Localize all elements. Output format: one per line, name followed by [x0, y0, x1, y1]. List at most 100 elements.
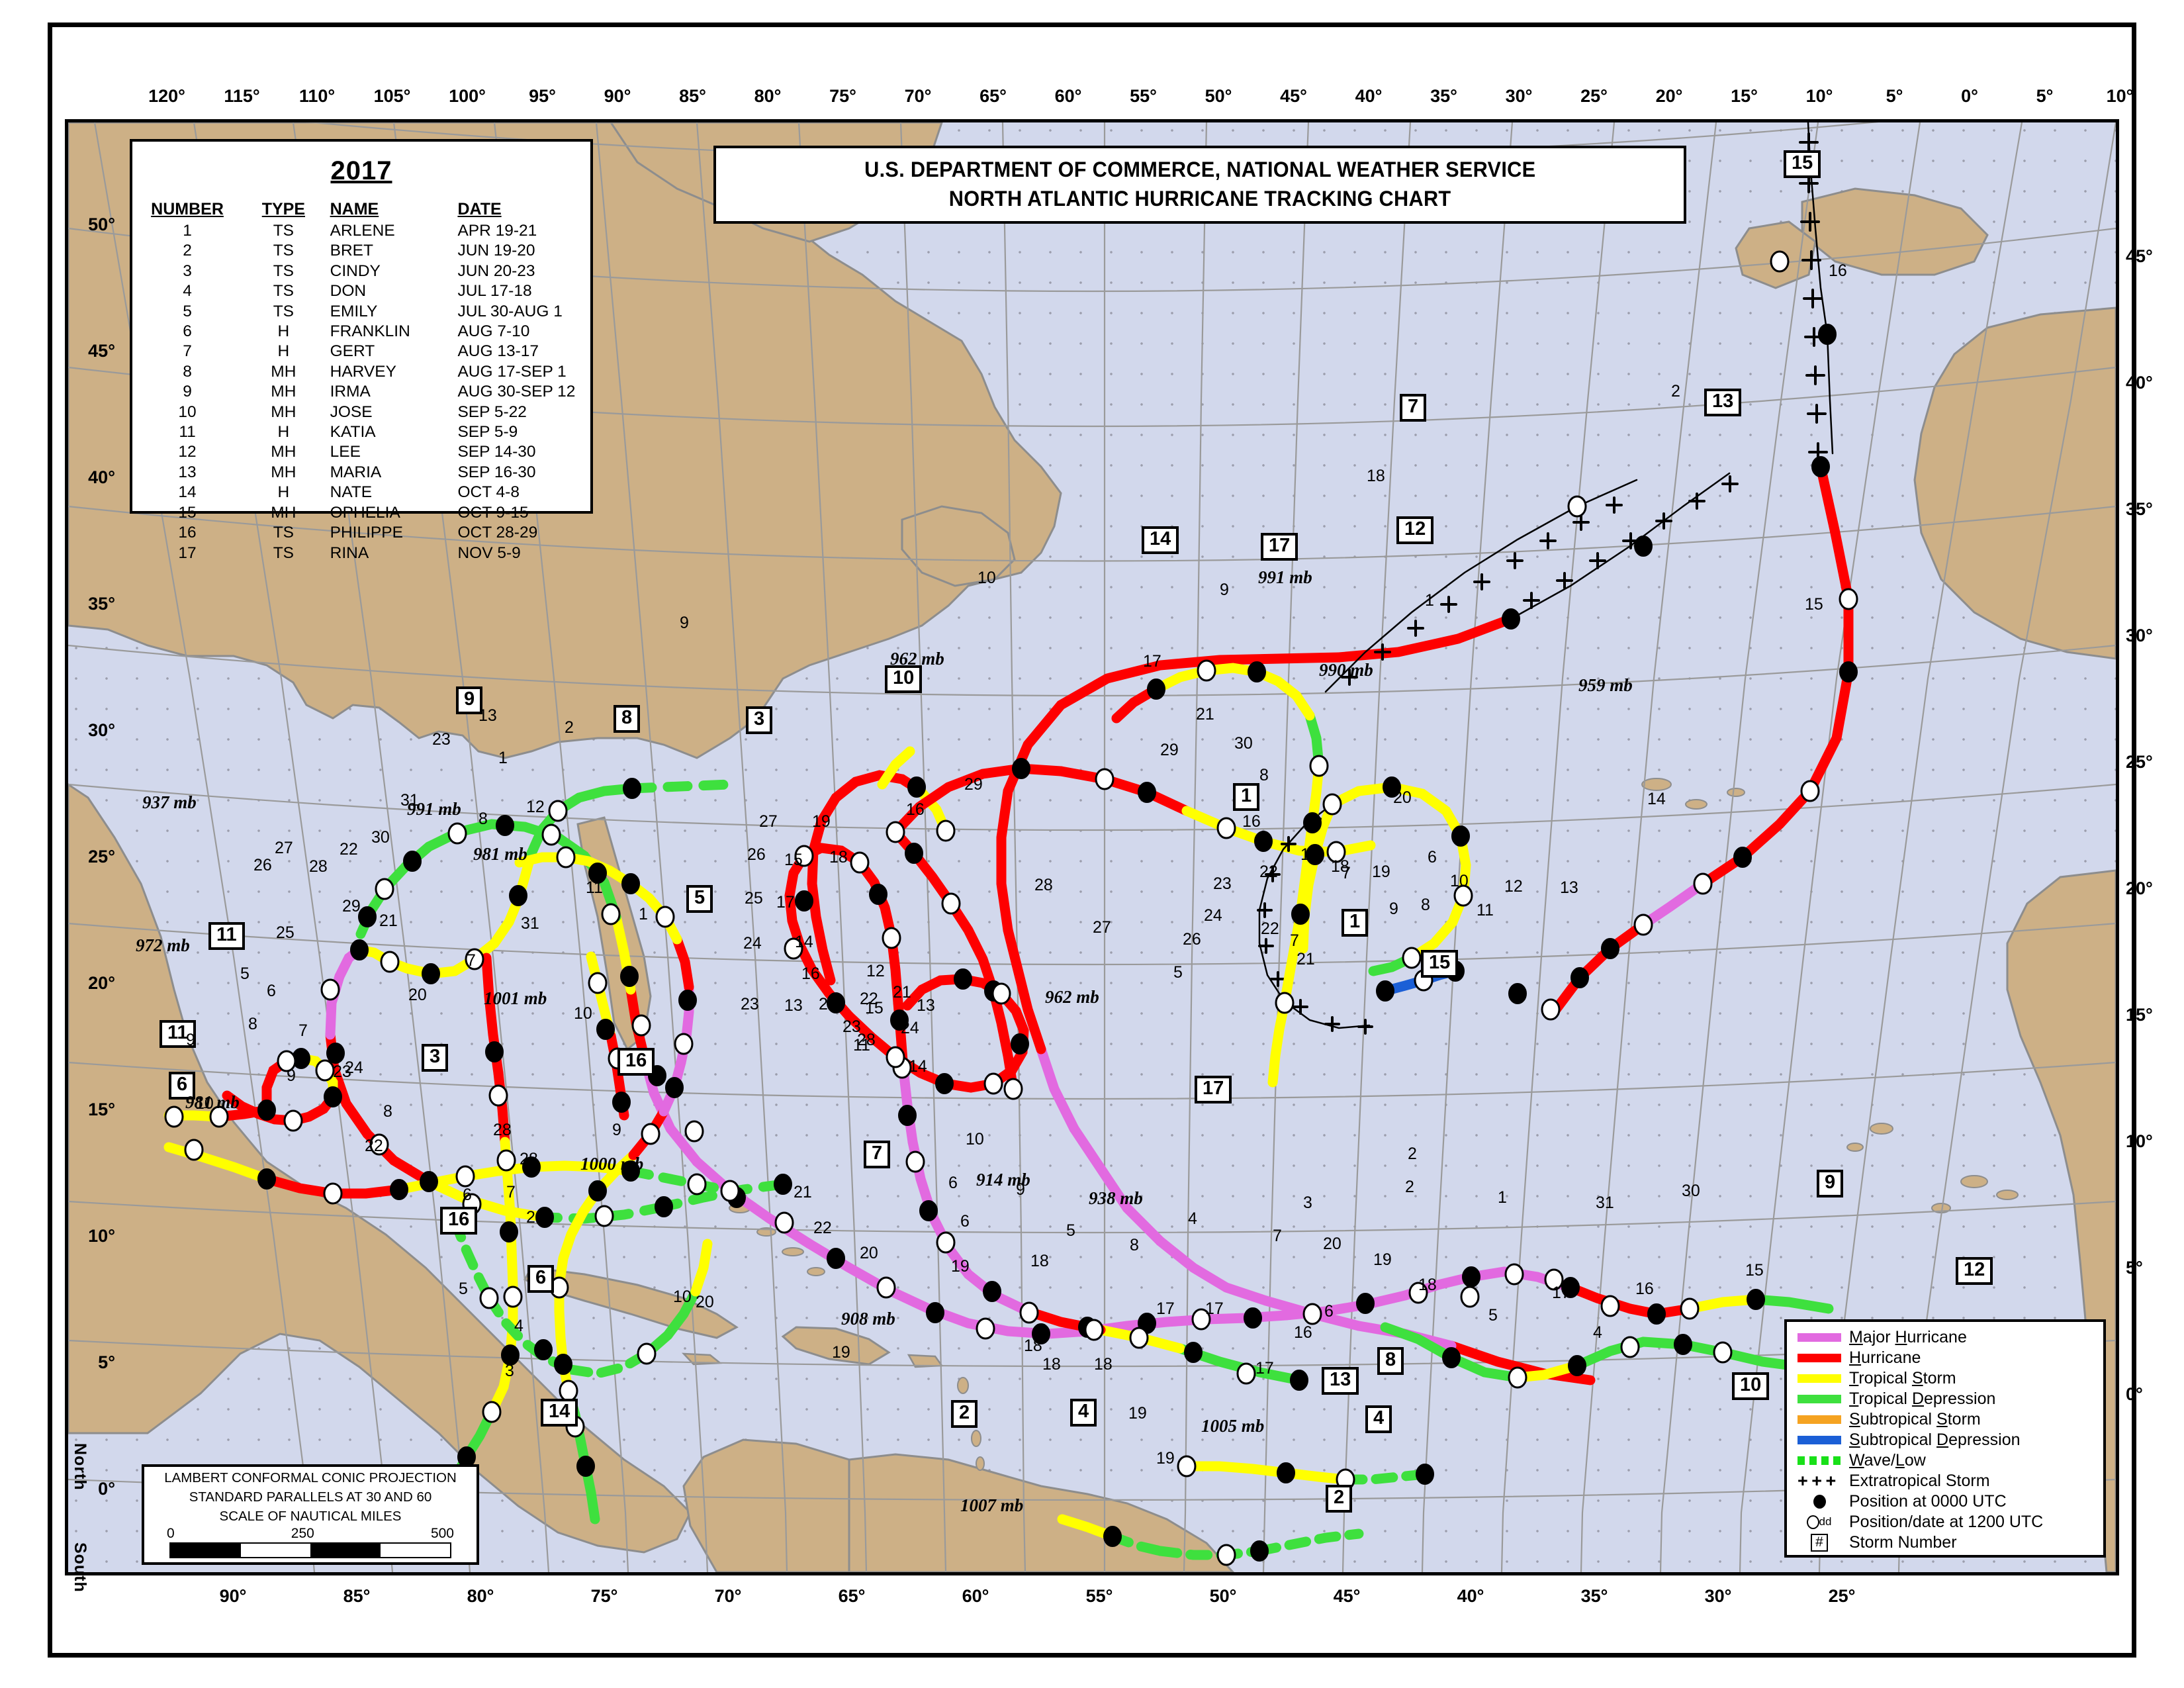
longitude-top-tick: 100°: [449, 86, 486, 106]
storm-name: DON: [330, 282, 367, 301]
storm-number-box: 7: [1400, 394, 1427, 422]
legend-label-extratropical: Extratropical Storm: [1849, 1472, 1990, 1490]
track-date-label: 4: [1188, 1209, 1197, 1228]
storm-date: APR 19-21: [457, 222, 537, 240]
longitude-bottom-tick: 80°: [467, 1586, 494, 1606]
scale-seg-3: [310, 1544, 381, 1557]
track-date-label: 9: [287, 1066, 296, 1085]
scale-bar: [169, 1542, 451, 1558]
pressure-annotation: 938 mb: [1089, 1188, 1143, 1208]
longitude-top-tick: 95°: [529, 86, 556, 106]
storm-date: AUG 17-SEP 1: [457, 362, 567, 381]
track-date-label: 14: [795, 933, 813, 951]
track-date-label: 23: [333, 1062, 351, 1081]
table-row: 5 TS EMILY JUL 30-AUG 1: [132, 303, 590, 322]
longitude-top-tick: 45°: [1280, 86, 1307, 106]
table-row: 16 TS PHILIPPE OCT 28-29: [132, 524, 590, 543]
longitude-top-tick: 35°: [1430, 86, 1457, 106]
track-date-label: 23: [1213, 874, 1232, 893]
storm-name: BRET: [330, 242, 373, 260]
latitude-right-tick: 5°: [2126, 1258, 2143, 1278]
longitude-bottom-tick: 40°: [1457, 1586, 1484, 1606]
track-date-label: 28: [309, 857, 328, 876]
storm-number: 13: [178, 463, 197, 481]
storm-name: NATE: [330, 483, 373, 502]
longitude-bottom-tick: 75°: [590, 1586, 618, 1606]
track-date-label: 30: [1234, 734, 1253, 753]
latitude-right-tick: 0°: [2126, 1384, 2143, 1404]
track-date-label: 17: [1255, 1359, 1274, 1378]
track-date-label: 9: [1389, 900, 1398, 918]
table-row: 9 MH IRMA AUG 30-SEP 12: [132, 383, 590, 402]
storm-name: ARLENE: [330, 222, 395, 240]
track-date-label: 8: [1259, 766, 1269, 784]
storm-number-box-icon: #: [1797, 1534, 1841, 1552]
storm-type: MH: [271, 463, 296, 481]
longitude-bottom-tick: 35°: [1580, 1586, 1608, 1606]
legend-row-extratropical: + + + Extratropical Storm: [1795, 1471, 2103, 1491]
storm-type: H: [277, 483, 290, 502]
track-date-label: 27: [275, 839, 293, 857]
scale-tick-250: 250: [291, 1526, 314, 1541]
legend-row-subtropical-storm: Subtropical Storm: [1795, 1409, 2103, 1430]
storm-type: MH: [271, 443, 296, 461]
storm-number-box: 8: [1377, 1347, 1404, 1375]
track-date-label: 12: [1504, 877, 1523, 896]
longitude-top-tick: 25°: [1580, 86, 1608, 106]
track-date-label: 20: [1393, 788, 1412, 807]
column-header-date: DATE: [457, 200, 502, 218]
track-date-label: 18: [1331, 857, 1349, 876]
projection-line-2: STANDARD PARALLELS AT 30 AND 60: [189, 1489, 432, 1505]
track-date-label: 23: [741, 995, 759, 1013]
storm-date: NOV 5-9: [457, 543, 521, 562]
track-date-label: 29: [964, 775, 983, 794]
track-date-label: 10: [978, 569, 996, 587]
track-date-label: 14: [909, 1057, 927, 1076]
track-date-label: 20: [696, 1293, 714, 1311]
longitude-bottom-tick: 30°: [1704, 1586, 1732, 1606]
pressure-annotation: 991 mb: [407, 799, 461, 819]
longitude-top-tick: 5°: [2036, 86, 2054, 106]
plus-marks-icon: + + +: [1797, 1471, 1836, 1491]
latitude-left-tick: 10°: [88, 1226, 115, 1246]
track-date-label: 13: [784, 996, 803, 1015]
latitude-right-tick: 20°: [2126, 878, 2153, 898]
storm-date: AUG 30-SEP 12: [457, 383, 576, 401]
table-row: 13 MH MARIA SEP 16-30: [132, 463, 590, 483]
map-legend: Major Hurricane Hurricane Tropical Storm Tr…: [1784, 1319, 2106, 1558]
track-date-label: 25: [745, 889, 763, 908]
latitude-left-tick: 45°: [88, 341, 115, 361]
storm-number: 3: [183, 261, 192, 280]
legend-swatch-icon: [1797, 1374, 1841, 1383]
track-date-label: 15: [865, 999, 884, 1017]
track-date-label: 29: [1160, 741, 1179, 759]
open-circle-icon: dd: [1797, 1515, 1841, 1529]
track-date-label: 19: [832, 1343, 850, 1362]
storm-number: 2: [183, 242, 192, 260]
storm-number: 17: [178, 543, 197, 562]
legend-label: Tropical Storm: [1849, 1369, 1956, 1387]
track-date-label: 16: [1635, 1280, 1654, 1298]
storm-number: 6: [183, 322, 192, 341]
longitude-top-tick: 10°: [1805, 86, 1833, 106]
longitude-top-tick: 110°: [298, 86, 336, 106]
track-date-label: 30: [1682, 1182, 1700, 1200]
track-date-label: 19: [812, 812, 831, 831]
storm-number-box: 8: [614, 705, 641, 733]
longitude-top-tick: 15°: [1731, 86, 1758, 106]
storm-number-box: 15: [1421, 950, 1459, 978]
latitude-right-tick: 30°: [2126, 626, 2153, 645]
track-date-label: 1: [1498, 1188, 1507, 1207]
table-header-row: NUMBER TYPE NAME DATE: [132, 199, 590, 222]
longitude-top-tick: 75°: [829, 86, 856, 106]
table-row: 1 TS ARLENE APR 19-21: [132, 222, 590, 242]
north-direction-label: North: [71, 1443, 89, 1491]
latitude-left-tick: 50°: [88, 214, 115, 234]
track-date-label: 12: [526, 798, 545, 816]
longitude-top-tick: 60°: [1054, 86, 1082, 106]
storm-name: JOSE: [330, 402, 373, 421]
track-date-label: 1: [1425, 591, 1434, 610]
table-row: 6 H FRANKLIN AUG 7-10: [132, 322, 590, 342]
track-date-label: 22: [813, 1219, 832, 1237]
legend-row-position-0000: Position at 0000 UTC: [1795, 1491, 2103, 1512]
